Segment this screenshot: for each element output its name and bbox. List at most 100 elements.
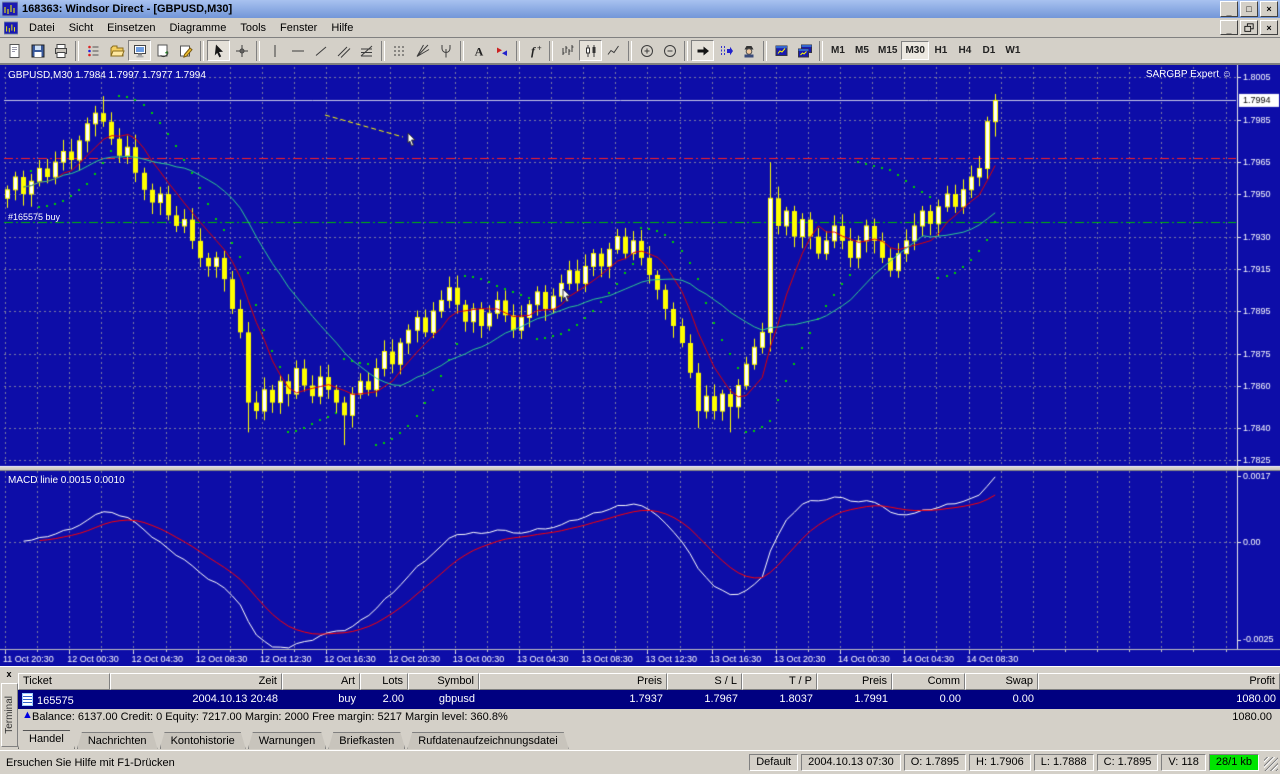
- indicators-button[interactable]: f+: [523, 40, 546, 61]
- maximize-button[interactable]: □: [1240, 1, 1258, 17]
- pitchfork-button[interactable]: [434, 40, 457, 61]
- timeframe-m5-button[interactable]: M5: [850, 41, 874, 60]
- column-header-zeit[interactable]: Zeit: [110, 673, 282, 690]
- column-header-ticket[interactable]: Ticket: [18, 673, 110, 690]
- column-header-art[interactable]: Art: [282, 673, 360, 690]
- minimize-button[interactable]: _: [1220, 20, 1238, 35]
- auto-scroll-button[interactable]: [691, 40, 714, 61]
- order-row[interactable]: 1655752004.10.13 20:48buy2.00gbpusd1.793…: [18, 690, 1280, 709]
- terminal-close-button[interactable]: x: [3, 669, 15, 681]
- tab-kontohistorie[interactable]: Kontohistorie: [160, 732, 246, 749]
- chart-shift-button[interactable]: [714, 40, 737, 61]
- vertical-line-button[interactable]: [263, 40, 286, 61]
- line-chart-icon: [608, 46, 619, 55]
- print-button[interactable]: [49, 40, 72, 61]
- cursor-button[interactable]: [207, 40, 230, 61]
- column-header-tp[interactable]: T / P: [742, 673, 817, 690]
- minimize-button[interactable]: _: [1220, 1, 1238, 17]
- terminal-button[interactable]: [128, 40, 151, 61]
- horizontal-line-button[interactable]: [286, 40, 309, 61]
- save-button[interactable]: [26, 40, 49, 61]
- terminal-panel-handle[interactable]: Terminal: [1, 683, 18, 747]
- expert-advisors-button[interactable]: [737, 40, 760, 61]
- text-icon: A: [474, 44, 483, 58]
- status-cell-2004101307: 2004.10.13 07:30: [801, 754, 901, 771]
- gann-fan-button[interactable]: [411, 40, 434, 61]
- grid-levels-button[interactable]: [388, 40, 411, 61]
- new-order-button[interactable]: [151, 40, 174, 61]
- menu-diagramme[interactable]: Diagramme: [162, 20, 233, 36]
- market-watch-button[interactable]: [82, 40, 105, 61]
- print-icon: [55, 44, 66, 57]
- timeframe-m1-button[interactable]: M1: [826, 41, 850, 60]
- menu-sicht[interactable]: Sicht: [62, 20, 100, 36]
- order-icon: [22, 693, 33, 706]
- candlestick-button[interactable]: [579, 40, 602, 61]
- window-controls: _□×: [1220, 1, 1278, 17]
- timeframe-h1-button[interactable]: H1: [929, 41, 953, 60]
- line-chart-button[interactable]: [602, 40, 625, 61]
- tab-nachrichten[interactable]: Nachrichten: [77, 732, 158, 749]
- menu-datei[interactable]: Datei: [22, 20, 62, 36]
- price-chart-canvas[interactable]: [0, 65, 1280, 667]
- column-header-sl[interactable]: S / L: [667, 673, 742, 690]
- order-cell: 2004.10.13 20:48: [110, 690, 282, 709]
- fibonacci-button[interactable]: [355, 40, 378, 61]
- window-new-button[interactable]: [770, 40, 793, 61]
- tab-warnungen[interactable]: Warnungen: [248, 732, 326, 749]
- windows-cascade-button[interactable]: [793, 40, 816, 61]
- column-header-swap[interactable]: Swap: [965, 673, 1038, 690]
- menu-fenster[interactable]: Fenster: [273, 20, 324, 36]
- metaeditor-button[interactable]: [174, 40, 197, 61]
- crosshair-icon: [236, 45, 248, 57]
- zoom-out-button[interactable]: [658, 40, 681, 61]
- menu-einsetzen[interactable]: Einsetzen: [100, 20, 162, 36]
- title-bar: 168363: Windsor Direct - [GBPUSD,M30] _□…: [0, 0, 1280, 18]
- chart-shift-icon: [721, 46, 733, 56]
- svg-text:A: A: [474, 44, 483, 58]
- timeframe-d1-button[interactable]: D1: [977, 41, 1001, 60]
- restore-button[interactable]: [1240, 20, 1258, 35]
- menu-items: DateiSichtEinsetzenDiagrammeToolsFenster…: [22, 20, 360, 36]
- crosshair-button[interactable]: [230, 40, 253, 61]
- mt4-window: 168363: Windsor Direct - [GBPUSD,M30] _□…: [0, 0, 1280, 774]
- order-cell: buy: [282, 690, 360, 709]
- menu-hilfe[interactable]: Hilfe: [324, 20, 360, 36]
- close-button[interactable]: ×: [1260, 1, 1278, 17]
- zoom-out-icon: [664, 45, 675, 56]
- bar-chart-button[interactable]: [556, 40, 579, 61]
- tab-briefkasten[interactable]: Briefkasten: [328, 732, 405, 749]
- column-header-preis[interactable]: Preis: [817, 673, 892, 690]
- arrows-button[interactable]: [490, 40, 513, 61]
- tab-rufdatenaufzeichnungsdatei[interactable]: Rufdatenaufzeichnungsdatei: [407, 732, 568, 749]
- status-cell-h: H: 1.7906: [969, 754, 1031, 771]
- navigator-button[interactable]: [105, 40, 128, 61]
- timeframe-m30-button[interactable]: M30: [901, 41, 928, 60]
- resize-grip[interactable]: [1264, 757, 1278, 771]
- menu-tools[interactable]: Tools: [233, 20, 273, 36]
- timeframe-h4-button[interactable]: H4: [953, 41, 977, 60]
- status-cell-default[interactable]: Default: [749, 754, 798, 771]
- column-header-symbol[interactable]: Symbol: [408, 673, 479, 690]
- new-chart-button[interactable]: [3, 40, 26, 61]
- column-header-preis[interactable]: Preis: [479, 673, 667, 690]
- column-header-profit[interactable]: Profit: [1038, 673, 1280, 690]
- close-button[interactable]: ×: [1260, 20, 1278, 35]
- tab-handel[interactable]: Handel: [18, 730, 75, 749]
- svg-text:+: +: [537, 43, 542, 52]
- toolbar: Af+ M1M5M15M30H1H4D1W1: [0, 38, 1280, 64]
- timeframe-m15-button[interactable]: M15: [874, 41, 901, 60]
- toolbar-separator: [819, 41, 823, 61]
- column-header-comm[interactable]: Comm: [892, 673, 965, 690]
- text-button[interactable]: A: [467, 40, 490, 61]
- auto-scroll-icon: [697, 46, 709, 55]
- timeframe-w1-button[interactable]: W1: [1001, 41, 1025, 60]
- zoom-in-button[interactable]: [635, 40, 658, 61]
- column-header-lots[interactable]: Lots: [360, 673, 408, 690]
- toolbar-separator: [516, 41, 520, 61]
- toolbar-separator: [549, 41, 553, 61]
- channel-button[interactable]: [332, 40, 355, 61]
- channel-icon: [338, 47, 350, 58]
- pitchfork-icon: [442, 45, 450, 58]
- trendline-button[interactable]: [309, 40, 332, 61]
